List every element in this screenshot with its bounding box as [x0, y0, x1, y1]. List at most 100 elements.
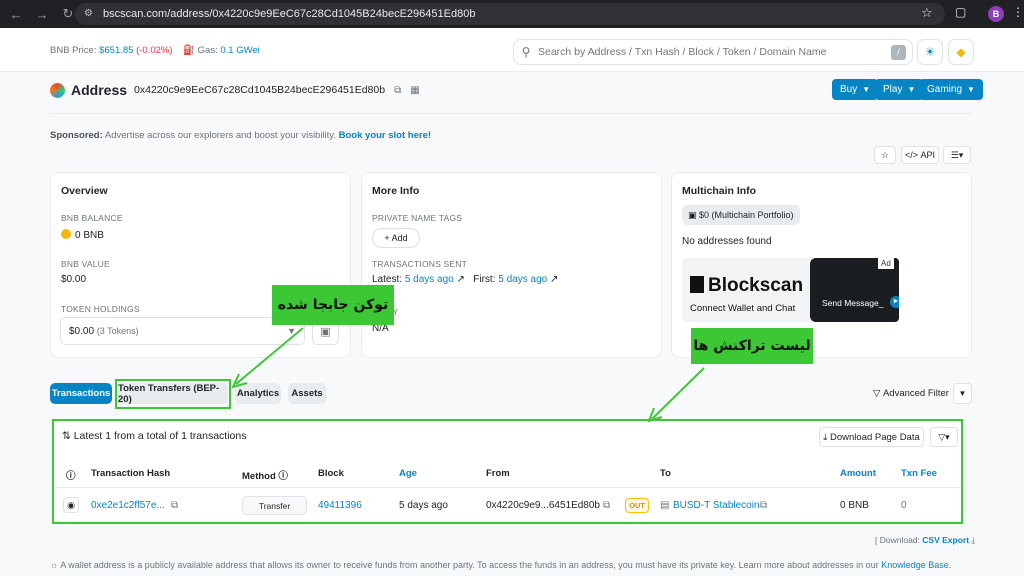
play-label: Play: [883, 84, 903, 95]
more-options-button[interactable]: ☰▾: [943, 146, 971, 164]
gas-icon: ⛽: [183, 45, 196, 56]
qr-code-icon[interactable]: ▦: [410, 85, 419, 96]
portfolio-value: $0 (Multichain Portfolio): [699, 210, 794, 220]
search-shortcut-key: /: [891, 45, 906, 60]
api-label: API: [920, 150, 936, 160]
sponsored-link[interactable]: Book your slot here!: [339, 130, 431, 141]
gaming-label: Gaming: [927, 84, 963, 95]
search-box[interactable]: ⚲ /: [513, 39, 913, 65]
bnb-coin-icon: [61, 229, 71, 239]
browser-toolbar: ← → ↻ ⚙ bscscan.com/address/0x4220c9e9Ee…: [0, 0, 1024, 28]
advanced-filter-chevron[interactable]: ▼: [953, 383, 972, 404]
theme-toggle-icon[interactable]: ☀: [917, 39, 943, 65]
private-tags-label: PRIVATE NAME TAGS: [372, 213, 463, 223]
lightbulb-icon: ☼: [50, 560, 59, 570]
tx-sent-label: TRANSACTIONS SENT: [372, 259, 468, 269]
token-holdings-dropdown[interactable]: $0.00 (3 Tokens) ▼: [60, 317, 305, 345]
tab-transactions[interactable]: Transactions: [50, 383, 112, 404]
price-value[interactable]: $651.85: [99, 45, 133, 56]
advanced-filter-button[interactable]: ▽ Advanced Filter: [873, 383, 949, 404]
ad-tag: Ad: [878, 258, 894, 269]
search-icon: ⚲: [521, 45, 531, 59]
tx-list-callout: لیست تراکنش ها: [691, 328, 813, 364]
knowledge-base-link[interactable]: Knowledge Base.: [881, 560, 951, 570]
bnb-value-value: $0.00: [61, 274, 87, 285]
bnb-value-label: BNB VALUE: [61, 259, 110, 269]
csv-download: [ Download: CSV Export ⤓: [875, 535, 975, 546]
latest-value[interactable]: 5 days ago: [405, 274, 454, 285]
forward-icon[interactable]: →: [32, 4, 52, 24]
csv-export-link[interactable]: CSV Export: [922, 535, 969, 545]
search-input[interactable]: [538, 46, 878, 58]
token-holdings-text: $0.00 (3 Tokens): [69, 326, 139, 337]
bookmark-star-icon[interactable]: ☆: [921, 5, 933, 21]
portfolio-icon: ▣: [688, 209, 700, 220]
filter-icon: ▽: [873, 388, 883, 399]
address-identicon: [50, 82, 65, 98]
multichain-portfolio-badge[interactable]: ▣ $0 (Multichain Portfolio): [682, 205, 800, 225]
extensions-icon[interactable]: ▢: [955, 5, 966, 19]
chevron-down-icon: ▼: [862, 85, 871, 94]
blockscan-logo-icon: [690, 276, 704, 293]
external-link-icon: ↗: [456, 274, 465, 285]
bnb-balance-amount: 0 BNB: [75, 230, 104, 241]
sponsored-banner: Sponsored: Advertise across our explorer…: [50, 130, 431, 141]
ad-brand: Blockscan: [708, 275, 804, 296]
address-bar[interactable]: ⚙ bscscan.com/address/0x4220c9e9EeC67c28…: [75, 3, 945, 25]
bnb-balance-label: BNB BALANCE: [61, 213, 123, 223]
multichain-title: Multichain Info: [682, 185, 757, 197]
play-button[interactable]: Play ▼: [875, 79, 924, 100]
footnote: ☼ A wallet address is a publicly availab…: [50, 560, 951, 570]
download-icon: ⤓: [971, 535, 976, 545]
token-transfers-highlight: [115, 379, 231, 409]
footnote-text: A wallet address is a publicly available…: [60, 560, 879, 570]
code-icon: </>: [904, 150, 921, 160]
api-button[interactable]: </> API: [901, 146, 939, 164]
tab-analytics[interactable]: Analytics: [235, 383, 281, 404]
bnb-balance-value: 0 BNB: [61, 229, 104, 241]
address-header: Address 0x4220c9e9EeC67c28Cd1045B24becE2…: [50, 80, 420, 100]
external-link-icon: ↗: [549, 274, 559, 285]
token-moved-callout: توکن جابجا شده: [272, 285, 394, 325]
chevron-down-icon: ▼: [907, 85, 916, 94]
blockscan-logo: Blockscan: [690, 275, 803, 297]
address-hash: 0x4220c9e9EeC67c28Cd1045B24becE296451Ed8…: [134, 84, 386, 96]
price-info: BNB Price: $651.85 (-0.02%) ⛽ Gas: 0.1 G…: [50, 45, 260, 56]
tx-arrow-line: [651, 367, 705, 420]
tab-assets[interactable]: Assets: [288, 383, 326, 404]
price-label: BNB Price:: [50, 45, 97, 56]
site-topbar: BNB Price: $651.85 (-0.02%) ⛽ Gas: 0.1 G…: [0, 28, 1024, 72]
token-holdings-label: TOKEN HOLDINGS: [61, 304, 140, 314]
first-label: First:: [473, 274, 496, 285]
url-text: bscscan.com/address/0x4220c9e9EeC67c28Cd…: [103, 8, 476, 20]
chevron-down-icon: ▼: [967, 85, 975, 94]
add-tag-button[interactable]: + Add: [372, 228, 420, 248]
token-holdings-value: $0.00: [69, 326, 95, 337]
sponsored-label: Sponsored:: [50, 130, 103, 141]
browser-menu-icon[interactable]: ⋮: [1012, 5, 1024, 19]
chevron-down-icon: ▼: [287, 326, 296, 336]
favorite-star-button[interactable]: ☆: [874, 146, 896, 164]
blockscan-ad[interactable]: Blockscan Connect Wallet and Chat Send M…: [682, 258, 899, 322]
buy-label: Buy: [840, 84, 858, 95]
token-holdings-count: (3 Tokens): [96, 326, 139, 336]
header-divider: [50, 113, 972, 114]
gas-label: Gas:: [197, 45, 218, 56]
csv-prefix: [ Download:: [875, 535, 920, 545]
bnb-network-icon[interactable]: ◆: [948, 39, 974, 65]
latest-label: Latest:: [372, 274, 403, 285]
copy-icon[interactable]: ⧉: [394, 85, 401, 96]
back-icon[interactable]: ←: [6, 4, 26, 24]
buy-button[interactable]: Buy ▼: [832, 79, 879, 100]
page-title: Address: [71, 82, 128, 98]
first-value[interactable]: 5 days ago: [498, 274, 547, 285]
site-settings-icon[interactable]: ⚙: [84, 8, 96, 20]
profile-avatar[interactable]: B: [988, 6, 1004, 22]
sponsored-text: Advertise across our explorers and boost…: [104, 130, 336, 141]
ad-send-text: Send Message_: [822, 298, 884, 308]
gas-value[interactable]: 0.1 GWei: [220, 45, 259, 56]
advanced-filter-label: Advanced Filter: [882, 388, 949, 399]
send-arrow-icon: ►: [890, 296, 899, 308]
tx-sent-values: Latest: 5 days ago ↗ First: 5 days ago ↗: [372, 274, 558, 285]
gaming-button[interactable]: Gaming ▼: [919, 79, 983, 100]
